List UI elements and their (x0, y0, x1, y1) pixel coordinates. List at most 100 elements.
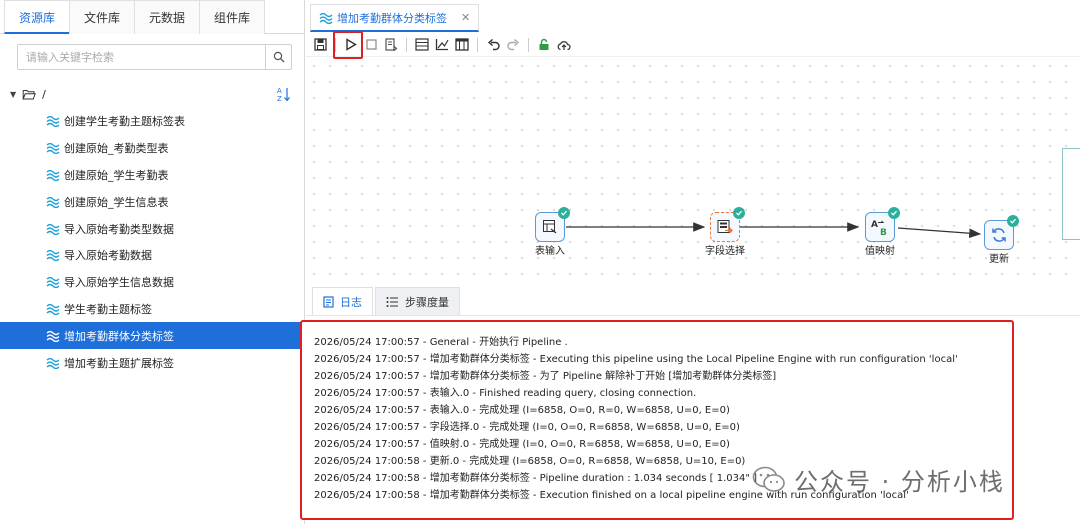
stop-icon (365, 39, 377, 50)
node-field-select[interactable] (710, 207, 745, 242)
log-line: 2026/05/24 17:00:57 - 表输入.0 - Finished r… (314, 388, 697, 399)
search-box (17, 44, 292, 70)
log-icon (323, 295, 334, 308)
tree-root[interactable]: ▼ / (10, 86, 46, 102)
pipeline-icon (46, 143, 60, 155)
hop-link (897, 227, 982, 238)
search-icon (273, 51, 284, 63)
grid-icon (415, 38, 429, 51)
undo-icon (487, 38, 500, 50)
tree-item-label: 导入原始学生信息数据 (64, 276, 174, 290)
redo-button[interactable] (505, 37, 521, 53)
pipeline-icon (46, 169, 60, 181)
preview-icon (384, 38, 397, 51)
tab-metadata[interactable]: 元数据 (134, 0, 201, 34)
tree-item[interactable]: 学生考勤主题标签 (0, 296, 305, 323)
close-icon[interactable]: ✕ (461, 11, 470, 24)
tree-item[interactable]: 导入原始学生信息数据 (0, 269, 305, 296)
pipeline-icon (46, 277, 60, 289)
log-line: 2026/05/24 17:00:57 - 值映射.0 - 完成处理 (I=0,… (314, 439, 730, 450)
log-tabs: 日志 步骤度量 (306, 286, 1080, 316)
pipeline-icon (46, 357, 60, 369)
tab-file-library[interactable]: 文件库 (69, 0, 136, 34)
upload-button[interactable] (556, 37, 572, 53)
chart-icon (435, 39, 449, 51)
check-icon (888, 207, 900, 219)
svg-text:Z: Z (277, 95, 282, 102)
undo-button[interactable] (485, 37, 501, 53)
lock-button[interactable] (536, 37, 552, 53)
left-panel: 资源库 文件库 元数据 组件库 ▼ / AZ 创建学生考勤主题标签表创建原始_考… (0, 0, 305, 524)
node-label: 更新 (989, 254, 1009, 265)
left-tabs: 资源库 文件库 元数据 组件库 (0, 0, 304, 34)
update-icon (992, 228, 1006, 242)
tree-item-label: 导入原始考勤数据 (64, 249, 152, 263)
caret-down-icon[interactable]: ▼ (10, 90, 16, 99)
pipeline-toolbar (306, 33, 1080, 57)
node-update[interactable] (984, 215, 1019, 250)
pipeline-tab[interactable]: 增加考勤群体分类标签 ✕ (310, 4, 480, 32)
check-icon (558, 207, 570, 219)
log-line: 2026/05/24 17:00:57 - General - 开始执行 Pip… (314, 337, 568, 348)
table-input-icon (543, 220, 557, 234)
tree-item[interactable]: 增加考勤群体分类标签 (0, 322, 305, 350)
svg-text:A: A (871, 220, 878, 230)
tree-item-label: 增加考勤主题扩展标签 (64, 356, 174, 370)
sort-icon[interactable]: AZ (276, 86, 290, 102)
pipeline-tab-title: 增加考勤群体分类标签 (337, 11, 447, 25)
root-label: / (42, 87, 46, 101)
cloud-upload-icon (557, 40, 571, 50)
tree-item[interactable]: 导入原始考勤类型数据 (0, 215, 305, 242)
pipeline-icon (46, 250, 60, 262)
tree-item[interactable]: 导入原始考勤数据 (0, 242, 305, 269)
tree-item[interactable]: 增加考勤主题扩展标签 (0, 349, 305, 376)
tab-repository[interactable]: 资源库 (4, 0, 71, 34)
preview-button[interactable] (383, 37, 399, 53)
tree-item[interactable]: 创建原始_学生考勤表 (0, 162, 305, 189)
sql-button[interactable] (414, 37, 430, 53)
field-select-icon (717, 220, 733, 234)
pipeline-icon (46, 223, 60, 235)
node-value-mapper[interactable]: AB (865, 207, 900, 242)
tree-item-label: 导入原始考勤类型数据 (64, 222, 174, 236)
tab-log[interactable]: 日志 (312, 287, 373, 315)
tab-step-metrics[interactable]: 步骤度量 (375, 287, 460, 315)
tree-item[interactable]: 创建原始_考勤类型表 (0, 135, 305, 162)
folder-open-icon (22, 89, 37, 99)
table-button[interactable] (454, 37, 470, 53)
value-map-icon: AB (871, 220, 887, 236)
impact-button[interactable] (434, 37, 450, 53)
pipeline-icon (319, 12, 333, 24)
save-icon (313, 38, 327, 51)
lock-icon (539, 38, 549, 50)
tree-item-label: 学生考勤主题标签 (64, 302, 152, 316)
watermark: 公众号 · 分析小栈 (752, 462, 1005, 497)
tree-item[interactable]: 创建学生考勤主题标签表 (0, 108, 305, 135)
watermark-text: 公众号 · 分析小栈 (794, 468, 1005, 496)
tree-item[interactable]: 创建原始_学生信息表 (0, 188, 305, 215)
check-icon (733, 207, 745, 219)
toolbar-divider (477, 37, 478, 52)
toolbar-divider (528, 37, 529, 52)
node-table-input[interactable] (535, 207, 570, 242)
pipeline-icon (46, 116, 60, 128)
tree-item-label: 增加考勤群体分类标签 (64, 329, 174, 343)
repository-tree: 创建学生考勤主题标签表创建原始_考勤类型表 创建原始_学生考勤表创建原始_学生信息… (0, 108, 305, 376)
check-icon (1007, 215, 1019, 227)
tab-step-metrics-label: 步骤度量 (405, 295, 449, 309)
tree-item-label: 创建原始_学生信息表 (64, 195, 169, 209)
node-label: 字段选择 (705, 246, 745, 257)
tab-log-label: 日志 (340, 295, 362, 309)
run-highlight-box (333, 31, 363, 59)
tab-component-library[interactable]: 组件库 (199, 0, 266, 34)
log-line: 2026/05/24 17:00:57 - 字段选择.0 - 完成处理 (I=0… (314, 422, 740, 433)
save-button[interactable] (312, 37, 328, 53)
tree-item-label: 创建学生考勤主题标签表 (64, 115, 185, 129)
search-button[interactable] (265, 45, 291, 69)
search-input[interactable] (18, 45, 265, 69)
pipeline-links (566, 222, 982, 238)
stop-button[interactable] (363, 37, 379, 53)
pipeline-icon (46, 330, 60, 342)
log-line: 2026/05/24 17:00:57 - 增加考勤群体分类标签 - 为了 Pi… (314, 371, 777, 382)
pipeline-icon (46, 196, 60, 208)
